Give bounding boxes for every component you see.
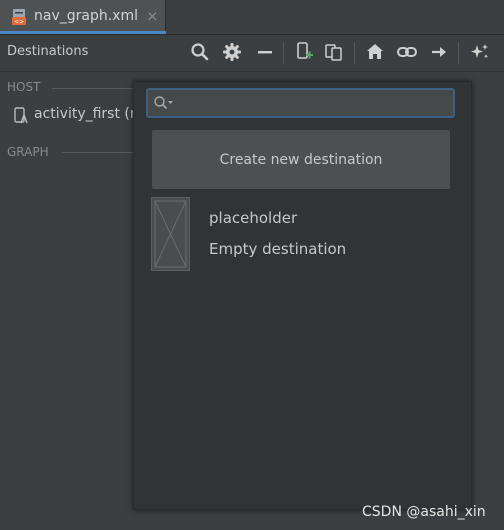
activity-icon bbox=[14, 107, 28, 125]
placeholder-thumbnail-icon[interactable] bbox=[151, 197, 190, 271]
close-icon[interactable]: × bbox=[146, 7, 159, 25]
host-item-activity-first[interactable]: activity_first (r bbox=[34, 106, 136, 122]
create-new-destination-button[interactable]: Create new destination bbox=[152, 130, 450, 189]
destination-subtitle: Empty destination bbox=[209, 240, 347, 258]
graph-section-label: GRAPH bbox=[7, 145, 49, 159]
active-tab-indicator bbox=[0, 31, 166, 34]
screen-overlap-icon[interactable] bbox=[322, 40, 346, 64]
host-section-label: HOST bbox=[7, 80, 41, 94]
new-destination-icon[interactable] bbox=[292, 40, 316, 64]
divider bbox=[52, 88, 142, 89]
divider bbox=[62, 152, 142, 153]
tab-label: nav_graph.xml bbox=[34, 8, 138, 24]
destination-search-input[interactable] bbox=[146, 88, 455, 118]
toolbar-separator bbox=[283, 42, 284, 64]
collapse-icon[interactable] bbox=[253, 40, 277, 64]
auto-arrange-icon[interactable] bbox=[468, 40, 492, 64]
watermark: CSDN @asahi_xin bbox=[362, 504, 486, 520]
xml-file-icon: <> bbox=[12, 8, 28, 26]
toolbar-separator bbox=[458, 42, 459, 64]
home-icon[interactable] bbox=[363, 40, 387, 64]
destination-name[interactable]: placeholder bbox=[209, 209, 297, 227]
link-icon[interactable] bbox=[395, 40, 419, 64]
arrow-right-icon[interactable] bbox=[427, 40, 451, 64]
create-new-destination-label: Create new destination bbox=[219, 151, 383, 168]
gear-icon[interactable] bbox=[220, 40, 244, 64]
toolbar-separator bbox=[354, 42, 355, 64]
search-icon bbox=[153, 95, 175, 111]
search-icon[interactable] bbox=[188, 40, 212, 64]
destinations-title: Destinations bbox=[7, 44, 89, 59]
svg-text:<>: <> bbox=[14, 19, 24, 26]
